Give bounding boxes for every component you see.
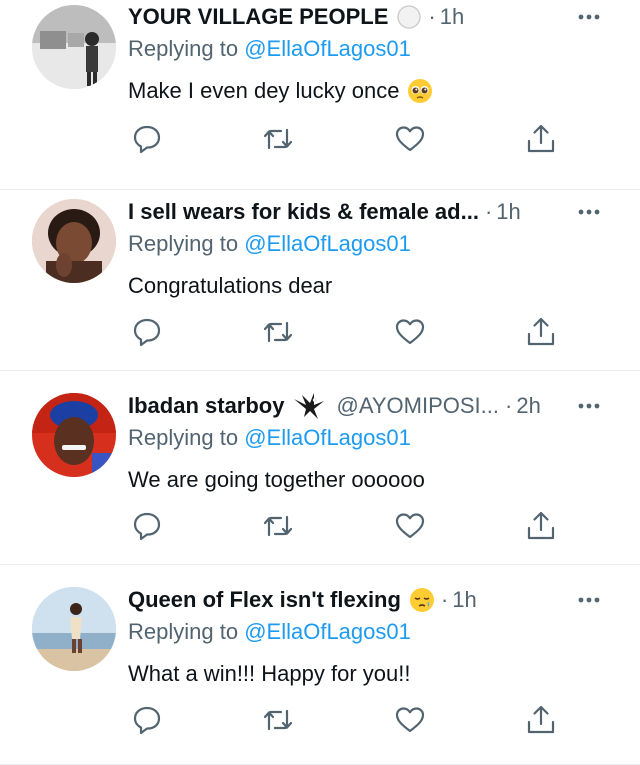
display-name[interactable]: Queen of Flex isn't flexing [128, 587, 401, 613]
timestamp[interactable]: 2h [516, 393, 540, 419]
tweet-text: Congratulations dear [128, 273, 333, 298]
like-icon[interactable] [393, 703, 427, 737]
user-handle[interactable]: @AYOMIPOSI... [336, 393, 499, 419]
tweet-actions [0, 315, 640, 349]
avatar[interactable] [32, 587, 116, 671]
tweet-header: I sell wears for kids & female ad... · 1… [128, 195, 521, 229]
pleading-face-emoji [407, 78, 433, 104]
separator-dot: · [505, 393, 513, 418]
tweet-text-row: What a win!!! Happy for you!! [128, 661, 410, 687]
reply-tweet[interactable]: I sell wears for kids & female ad... · 1… [0, 181, 640, 371]
reply-icon[interactable] [130, 315, 164, 349]
separator-dot: · [428, 4, 436, 29]
like-icon[interactable] [393, 122, 427, 156]
timestamp[interactable]: 1h [452, 587, 476, 613]
tweet-text-row: We are going together oooooo [128, 467, 425, 493]
share-icon[interactable] [524, 122, 558, 156]
display-name[interactable]: YOUR VILLAGE PEOPLE [128, 4, 388, 30]
more-options-icon[interactable] [574, 391, 604, 421]
reply-icon[interactable] [130, 122, 164, 156]
tweet-text: Make I even dey lucky once [128, 78, 400, 103]
tweet-text: We are going together oooooo [128, 467, 425, 492]
replying-to-line: Replying to @EllaOfLagos01 [128, 425, 411, 451]
share-icon[interactable] [524, 703, 558, 737]
reply-icon[interactable] [130, 509, 164, 543]
separator-dot: · [484, 199, 493, 224]
avatar[interactable] [32, 393, 116, 477]
more-options-icon[interactable] [574, 2, 604, 32]
white-circle-icon [396, 4, 422, 30]
tweet-text-row: Congratulations dear [128, 273, 332, 299]
replying-prefix: Replying to [128, 619, 239, 644]
share-icon[interactable] [524, 315, 558, 349]
retweet-icon[interactable] [261, 703, 295, 737]
like-icon[interactable] [393, 315, 427, 349]
separator-dot: · [440, 587, 449, 612]
more-options-icon[interactable] [574, 197, 604, 227]
sleepy-face-emoji [409, 587, 435, 613]
tweet-header: Queen of Flex isn't flexing · 1h [128, 583, 477, 617]
tweet-text: What a win!!! Happy for you!! [128, 661, 411, 686]
reply-icon[interactable] [130, 703, 164, 737]
replies-feed: YOUR VILLAGE PEOPLE · 1h Replying to @El… [0, 0, 640, 765]
replying-to-line: Replying to @EllaOfLagos01 [128, 231, 411, 257]
mention-link[interactable]: @EllaOfLagos01 [244, 619, 411, 644]
reply-tweet[interactable]: Queen of Flex isn't flexing · 1h Replyin… [0, 569, 640, 765]
retweet-icon[interactable] [261, 509, 295, 543]
tweet-header: YOUR VILLAGE PEOPLE · 1h [128, 0, 464, 34]
share-icon[interactable] [524, 509, 558, 543]
replying-to-line: Replying to @EllaOfLagos01 [128, 36, 411, 62]
avatar[interactable] [32, 199, 116, 283]
tweet-actions [0, 122, 640, 156]
display-name[interactable]: Ibadan starboy [128, 393, 284, 419]
retweet-icon[interactable] [261, 315, 295, 349]
replying-prefix: Replying to [128, 231, 239, 256]
replying-to-line: Replying to @EllaOfLagos01 [128, 619, 411, 645]
mention-link[interactable]: @EllaOfLagos01 [244, 36, 411, 61]
more-options-icon[interactable] [574, 585, 604, 615]
tweet-actions [0, 703, 640, 737]
mention-link[interactable]: @EllaOfLagos01 [244, 231, 411, 256]
replying-prefix: Replying to [128, 425, 239, 450]
tweet-text-row: Make I even dey lucky once [128, 78, 433, 104]
timestamp[interactable]: 1h [440, 4, 464, 30]
display-name[interactable]: I sell wears for kids & female ad... [128, 199, 479, 225]
like-icon[interactable] [393, 509, 427, 543]
reply-tweet[interactable]: YOUR VILLAGE PEOPLE · 1h Replying to @El… [0, 0, 640, 190]
mention-link[interactable]: @EllaOfLagos01 [244, 425, 411, 450]
tweet-actions [0, 509, 640, 543]
eagle-icon [292, 391, 326, 421]
reply-tweet[interactable]: Ibadan starboy @AYOMIPOSI... · 2h Replyi… [0, 375, 640, 565]
avatar[interactable] [32, 5, 116, 89]
tweet-header: Ibadan starboy @AYOMIPOSI... · 2h [128, 389, 541, 423]
timestamp[interactable]: 1h [496, 199, 520, 225]
retweet-icon[interactable] [261, 122, 295, 156]
replying-prefix: Replying to [128, 36, 239, 61]
